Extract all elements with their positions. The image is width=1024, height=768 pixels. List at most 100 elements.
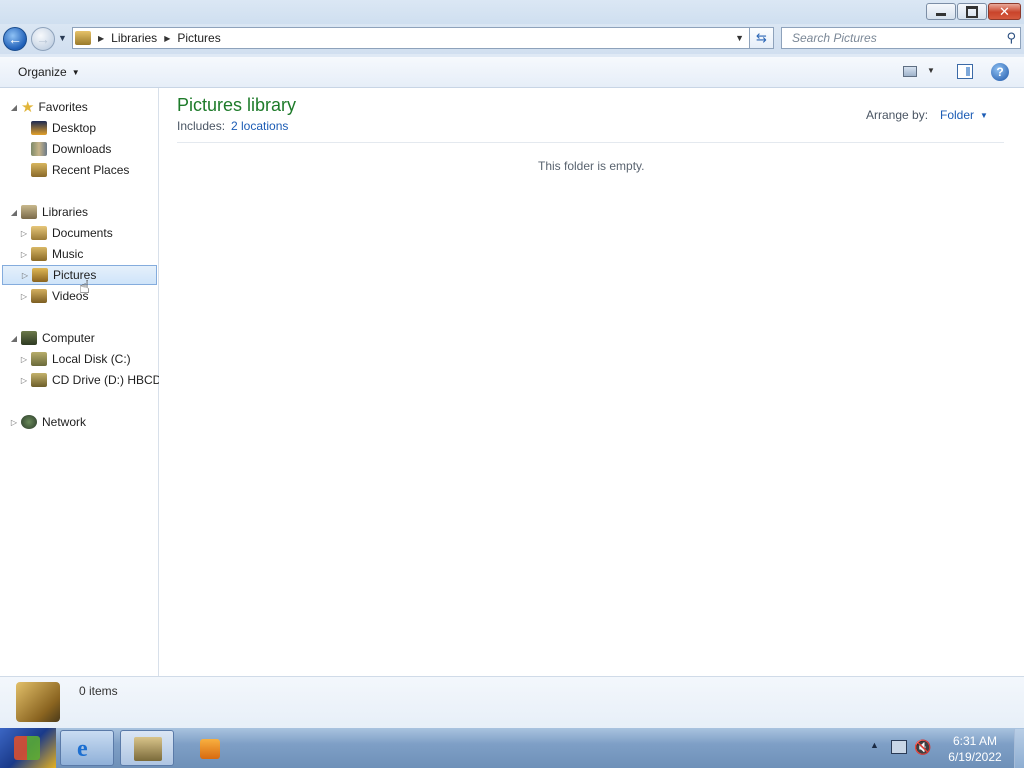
nav-recent-places[interactable]: Recent Places xyxy=(29,160,129,180)
computer-icon xyxy=(21,331,37,345)
collapsed-arrow-icon[interactable]: ▷ xyxy=(20,271,30,280)
nav-music-label: Music xyxy=(52,247,84,261)
nav-libraries[interactable]: ◢ Libraries xyxy=(9,202,88,222)
taskbar-media-player[interactable] xyxy=(184,730,234,766)
clock[interactable]: 6:31 AM 6/19/2022 xyxy=(940,733,1010,765)
chevron-down-icon: ▼ xyxy=(980,110,988,120)
show-desktop-button[interactable] xyxy=(1014,729,1024,768)
address-bar[interactable]: ▶ Libraries ▶ Pictures ▼ xyxy=(72,27,750,49)
minimize-icon xyxy=(936,13,946,16)
nav-downloads[interactable]: Downloads xyxy=(29,139,111,159)
collapsed-arrow-icon[interactable]: ▷ xyxy=(19,229,29,238)
library-folder-icon xyxy=(75,31,91,45)
address-dropdown-icon[interactable]: ▼ xyxy=(735,33,744,43)
expanded-arrow-icon[interactable]: ◢ xyxy=(9,208,19,217)
taskbar-windows-explorer[interactable] xyxy=(120,730,174,766)
clock-time: 6:31 AM xyxy=(952,734,998,748)
internet-explorer-icon: e xyxy=(77,736,88,762)
desktop-icon xyxy=(31,121,47,135)
hard-drive-icon xyxy=(31,352,47,366)
chevron-down-icon: ▼ xyxy=(71,67,80,77)
hand-cursor-icon: ☝ xyxy=(79,277,90,297)
collapsed-arrow-icon[interactable]: ▷ xyxy=(19,355,29,364)
search-icon[interactable]: ⚲ xyxy=(1006,30,1016,46)
nav-local-disk[interactable]: ▷ Local Disk (C:) xyxy=(19,349,131,369)
taskbar-internet-explorer[interactable]: e xyxy=(60,730,114,766)
windows-explorer-icon xyxy=(134,737,162,761)
organize-button[interactable]: Organize ▼ xyxy=(18,65,80,79)
header-divider xyxy=(177,142,1004,143)
start-button[interactable] xyxy=(0,728,56,768)
refresh-icon: ⇆ xyxy=(756,30,767,45)
breadcrumb-pictures[interactable]: Pictures xyxy=(177,31,220,45)
close-button[interactable]: ✕ xyxy=(988,3,1021,20)
cd-drive-icon xyxy=(31,373,47,387)
search-box[interactable]: ⚲ xyxy=(781,27,1021,49)
nav-local-disk-label: Local Disk (C:) xyxy=(52,352,131,366)
nav-desktop-label: Desktop xyxy=(52,121,97,135)
nav-favorites[interactable]: ◢ ★ Favorites xyxy=(9,97,88,117)
collapsed-arrow-icon[interactable]: ▷ xyxy=(19,250,29,259)
minimize-button[interactable] xyxy=(926,3,956,20)
show-hidden-icons[interactable]: ▲ xyxy=(870,740,879,750)
nav-libraries-label: Libraries xyxy=(42,205,89,219)
music-library-icon xyxy=(31,247,47,261)
view-options-dropdown-icon[interactable]: ▼ xyxy=(927,66,935,75)
libraries-icon xyxy=(21,205,37,219)
library-title: Pictures library xyxy=(177,95,297,115)
nav-desktop[interactable]: Desktop xyxy=(29,118,96,138)
nav-network-label: Network xyxy=(42,415,87,429)
network-icon xyxy=(21,415,37,429)
nav-cd-drive[interactable]: ▷ CD Drive (D:) HBCD_ xyxy=(19,370,168,390)
documents-library-icon xyxy=(31,226,47,240)
nav-computer[interactable]: ◢ Computer xyxy=(9,328,95,348)
nav-computer-label: Computer xyxy=(42,331,95,345)
nav-documents[interactable]: ▷ Documents xyxy=(19,223,113,243)
recent-places-icon xyxy=(31,163,47,177)
refresh-button[interactable]: ⇆ xyxy=(750,27,774,49)
clock-date: 6/19/2022 xyxy=(948,750,1002,764)
command-bar xyxy=(0,57,1024,88)
forward-arrow-icon: → xyxy=(36,31,50,47)
expanded-arrow-icon[interactable]: ◢ xyxy=(9,103,19,112)
nav-recent-places-label: Recent Places xyxy=(52,163,130,177)
content-pane xyxy=(159,88,1024,676)
media-player-icon xyxy=(200,739,220,759)
arrange-by-value: Folder xyxy=(940,108,975,122)
restore-button[interactable] xyxy=(957,3,987,20)
restore-icon xyxy=(966,5,978,18)
empty-folder-message: This folder is empty. xyxy=(538,159,645,173)
breadcrumb-separator-icon[interactable]: ▶ xyxy=(164,34,170,43)
recent-pages-dropdown-icon[interactable]: ▼ xyxy=(58,33,67,43)
collapsed-arrow-icon[interactable]: ▷ xyxy=(9,418,19,427)
nav-network[interactable]: ▷ Network xyxy=(9,412,86,432)
details-pane xyxy=(0,676,1024,728)
expanded-arrow-icon[interactable]: ◢ xyxy=(9,334,19,343)
collapsed-arrow-icon[interactable]: ▷ xyxy=(19,376,29,385)
breadcrumb-separator-icon[interactable]: ▶ xyxy=(98,34,104,43)
volume-muted-icon[interactable]: 🔇 xyxy=(914,739,931,756)
organize-label: Organize xyxy=(18,65,67,79)
breadcrumb-libraries[interactable]: Libraries xyxy=(111,31,157,45)
forward-button[interactable]: → xyxy=(31,27,55,51)
search-input[interactable] xyxy=(790,30,994,46)
collapsed-arrow-icon[interactable]: ▷ xyxy=(19,292,29,301)
back-button[interactable]: ← xyxy=(3,27,27,51)
videos-library-icon xyxy=(31,289,47,303)
arrange-by-label: Arrange by: xyxy=(866,108,929,122)
back-arrow-icon: ← xyxy=(8,31,22,47)
item-count: 0 items xyxy=(79,684,118,698)
close-icon: ✕ xyxy=(999,4,1010,19)
nav-cd-drive-label: CD Drive (D:) HBCD_ xyxy=(52,373,169,387)
pictures-library-icon xyxy=(32,268,48,282)
help-icon[interactable]: ? xyxy=(991,63,1009,81)
includes-label: Includes: xyxy=(177,119,226,133)
nav-downloads-label: Downloads xyxy=(52,142,112,156)
network-tray-icon[interactable] xyxy=(891,740,907,754)
includes-locations-link[interactable]: 2 locations xyxy=(231,119,288,133)
arrange-by-dropdown[interactable]: Folder ▼ xyxy=(940,108,988,122)
change-view-icon[interactable] xyxy=(903,66,917,77)
pictures-library-large-icon xyxy=(16,682,60,722)
nav-music[interactable]: ▷ Music xyxy=(19,244,83,264)
preview-pane-icon[interactable] xyxy=(957,64,973,79)
